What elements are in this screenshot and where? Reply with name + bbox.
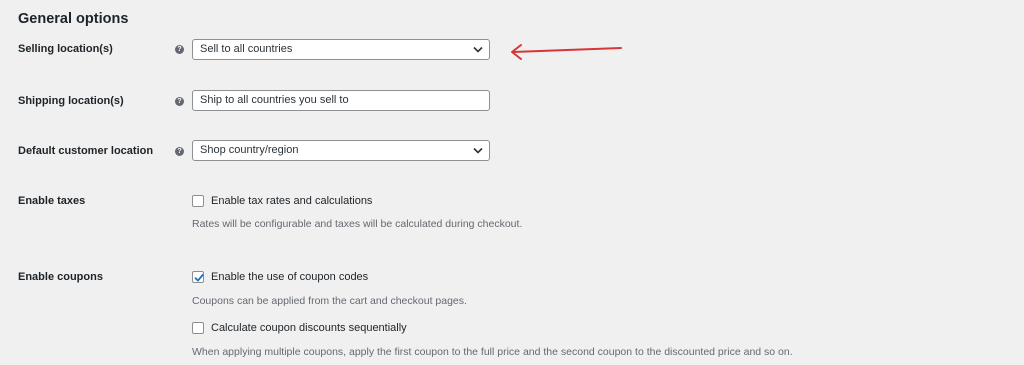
enable-taxes-checkbox[interactable] <box>192 195 204 207</box>
help-icon[interactable]: ? <box>175 45 184 54</box>
default-customer-location-value: Shop country/region <box>200 144 299 156</box>
chevron-down-icon <box>473 46 483 53</box>
chevron-down-icon <box>473 147 483 154</box>
sequential-coupons-description: When applying multiple coupons, apply th… <box>192 346 793 358</box>
shipping-location-field[interactable]: Ship to all countries you sell to <box>192 90 490 111</box>
enable-coupons-label: Enable coupons <box>18 271 103 283</box>
enable-coupons-checkbox-label[interactable]: Enable the use of coupon codes <box>211 271 368 283</box>
sequential-coupons-checkbox-label[interactable]: Calculate coupon discounts sequentially <box>211 322 407 334</box>
help-icon[interactable]: ? <box>175 147 184 156</box>
selling-location-label: Selling location(s) <box>18 43 113 55</box>
section-heading: General options <box>18 11 129 27</box>
checkmark-icon <box>194 274 204 282</box>
help-icon[interactable]: ? <box>175 97 184 106</box>
enable-coupons-description: Coupons can be applied from the cart and… <box>192 295 467 307</box>
selling-location-select[interactable]: Sell to all countries <box>192 39 490 60</box>
enable-coupons-checkbox[interactable] <box>192 271 204 283</box>
default-customer-location-select[interactable]: Shop country/region <box>192 140 490 161</box>
selling-location-value: Sell to all countries <box>200 43 293 55</box>
shipping-location-label: Shipping location(s) <box>18 95 124 107</box>
enable-taxes-label: Enable taxes <box>18 195 86 207</box>
enable-taxes-description: Rates will be configurable and taxes wil… <box>192 218 523 230</box>
annotation-arrow <box>511 44 622 60</box>
sequential-coupons-checkbox[interactable] <box>192 322 204 334</box>
default-customer-location-label: Default customer location <box>18 145 154 157</box>
shipping-location-value: Ship to all countries you sell to <box>200 94 349 106</box>
enable-taxes-checkbox-label[interactable]: Enable tax rates and calculations <box>211 195 372 207</box>
